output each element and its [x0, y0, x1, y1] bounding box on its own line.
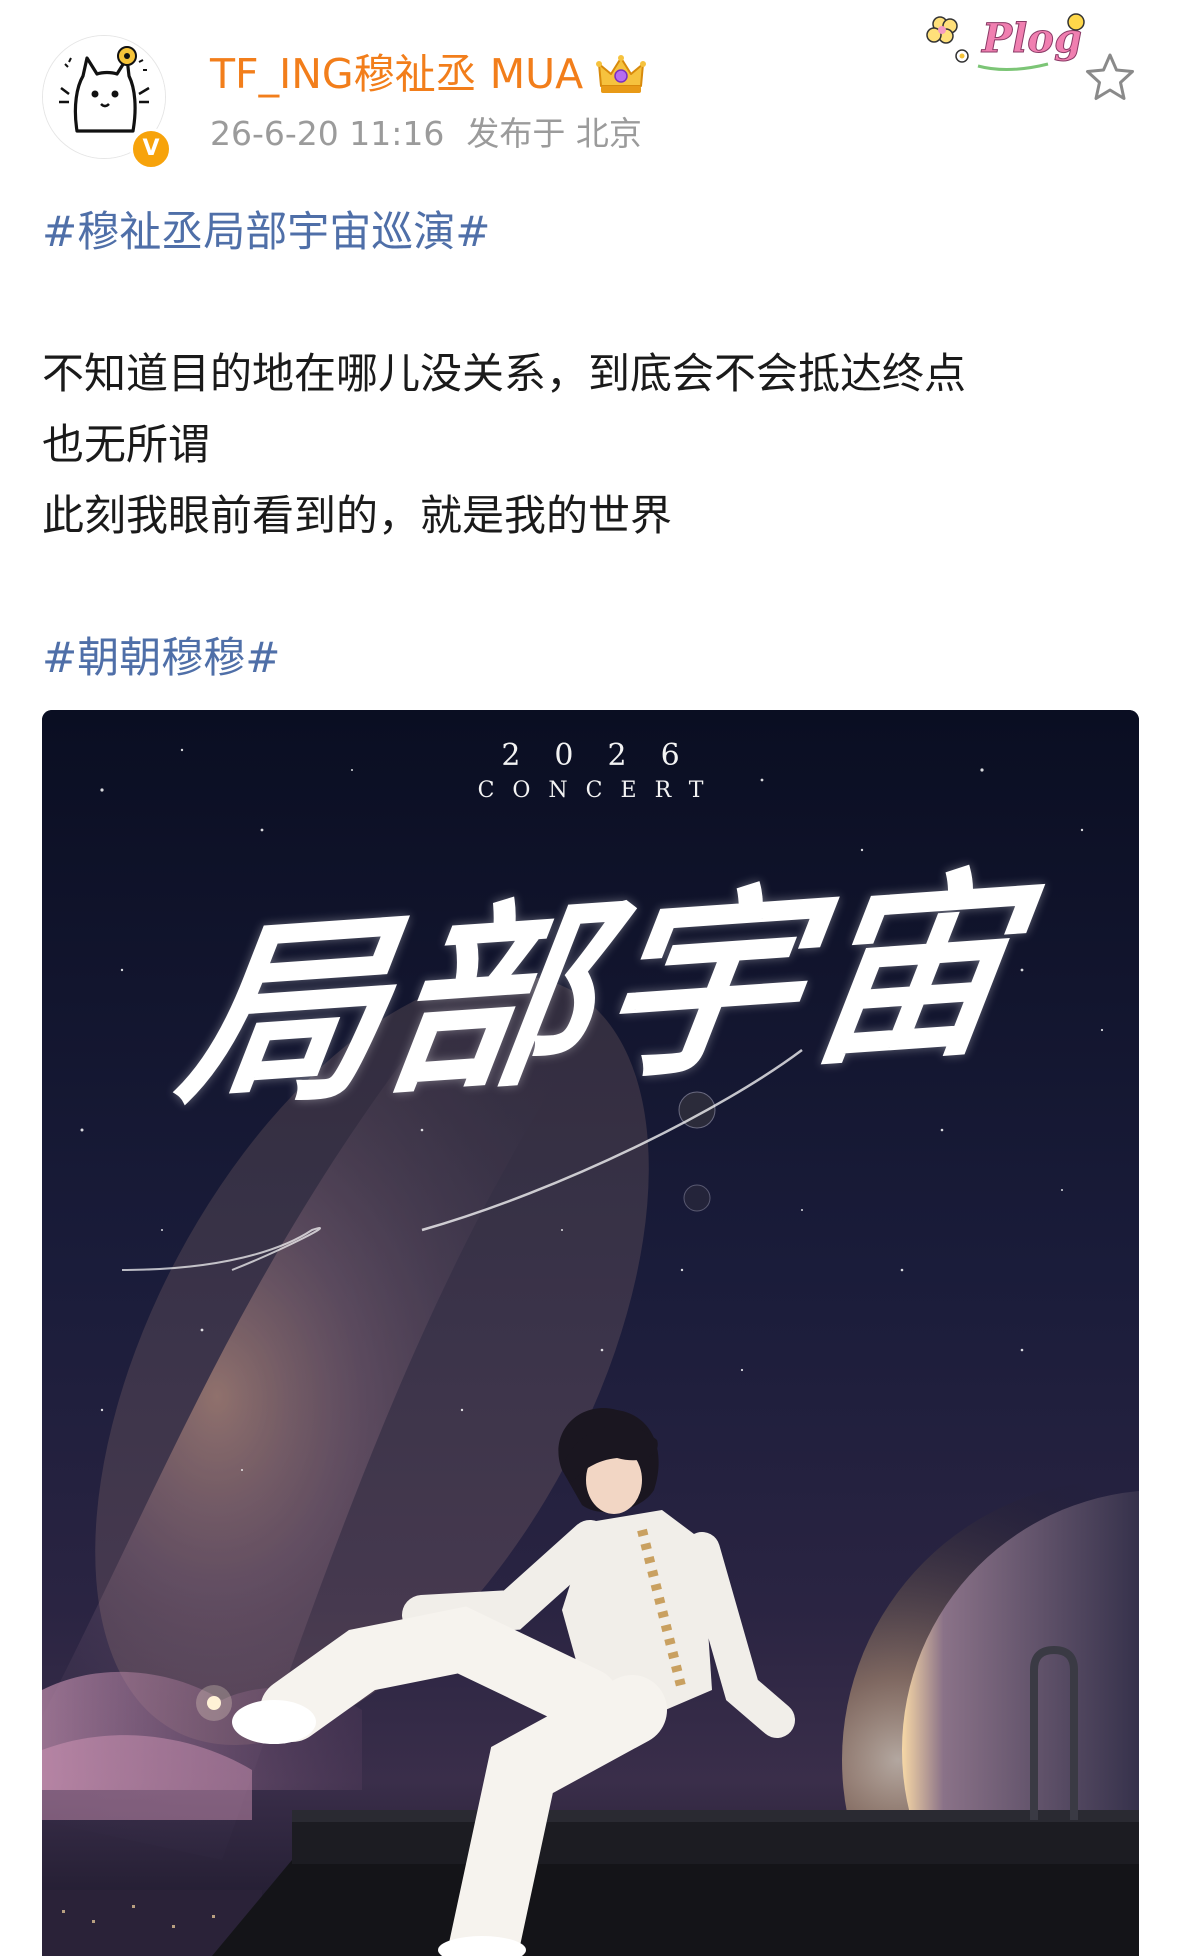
crown-icon — [596, 55, 647, 93]
post-timestamp: 26-6-20 11:16 — [210, 114, 445, 153]
post-location: 发布于 北京 — [466, 114, 642, 153]
poster-subtitle: CONCERT — [477, 778, 722, 803]
post-meta: 26-6-20 11:16 发布于 北京 — [210, 112, 642, 156]
flower-icon — [926, 16, 969, 63]
hashtag-link-top[interactable]: #穆祉丞局部宇宙巡演# — [42, 196, 1142, 267]
username-row: TF_ING穆祉丞 MUA — [210, 48, 647, 100]
plog-sticker: Plog — [926, 13, 1085, 72]
post-text-line-3: 此刻我眼前看到的，就是我的世界 — [42, 491, 673, 540]
username[interactable]: TF_ING穆祉丞 MUA — [210, 48, 583, 100]
poster-year: 2026 — [501, 738, 714, 773]
hashtag-link-bottom[interactable]: #朝朝穆穆# — [42, 622, 1142, 693]
post-text-line-1: 不知道目的地在哪儿没关系，到底会不会抵达终点 — [42, 349, 967, 398]
star-outline-icon[interactable] — [1082, 50, 1138, 106]
weibo-post-page: V TF_ING穆祉丞 MUA 26-6-20 11:16 发布于 北京 Plo… — [0, 0, 1179, 1956]
plog-sticker-text: Plog — [981, 15, 1082, 62]
post-body: #穆祉丞局部宇宙巡演# 不知道目的地在哪儿没关系，到底会不会抵达终点 也无所谓 … — [42, 196, 1142, 693]
verified-badge-icon: V — [130, 128, 172, 170]
post-image-poster[interactable]: 2026 CONCERT 局部宇宙 — [42, 710, 1139, 1956]
post-text-line-2: 也无所谓 — [42, 420, 211, 469]
